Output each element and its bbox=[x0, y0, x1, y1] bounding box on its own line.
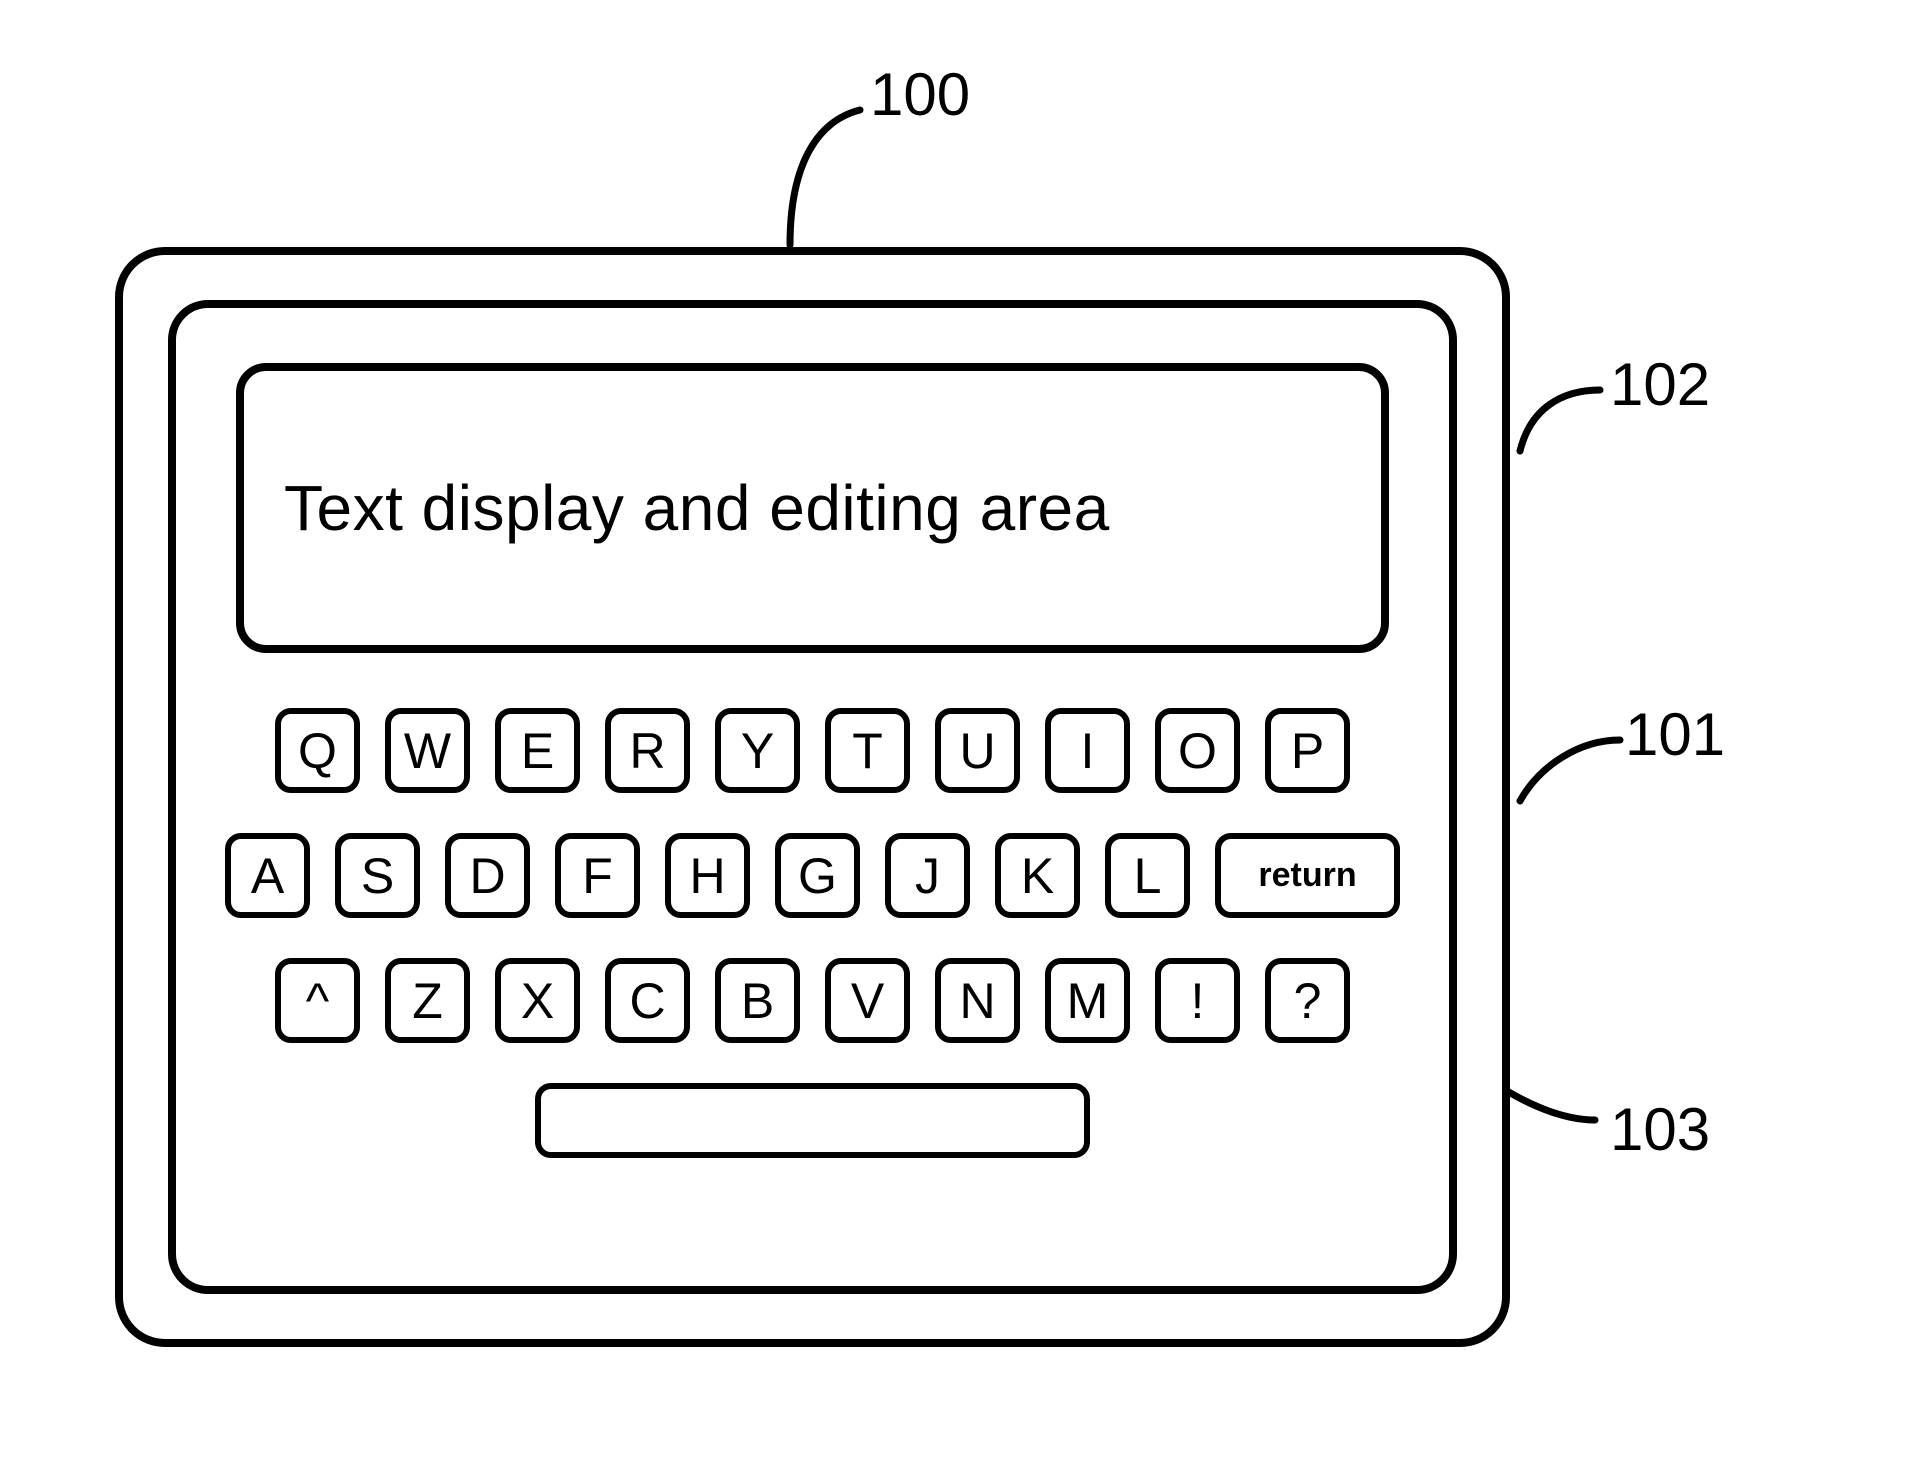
key-g[interactable]: G bbox=[775, 833, 860, 918]
key-p[interactable]: P bbox=[1265, 708, 1350, 793]
touch-screen: Text display and editing area Q W E R Y … bbox=[168, 300, 1457, 1294]
key-space[interactable] bbox=[535, 1083, 1090, 1158]
key-exclaim[interactable]: ! bbox=[1155, 958, 1240, 1043]
key-x[interactable]: X bbox=[495, 958, 580, 1043]
key-h[interactable]: H bbox=[665, 833, 750, 918]
key-q[interactable]: Q bbox=[275, 708, 360, 793]
key-s[interactable]: S bbox=[335, 833, 420, 918]
key-a[interactable]: A bbox=[225, 833, 310, 918]
ref-label-device: 100 bbox=[870, 60, 970, 129]
key-o[interactable]: O bbox=[1155, 708, 1240, 793]
key-c[interactable]: C bbox=[605, 958, 690, 1043]
ref-label-keyboard: 103 bbox=[1610, 1095, 1710, 1164]
diagram-stage: 100 102 101 103 Text display and editing… bbox=[0, 0, 1917, 1479]
key-shift[interactable]: ^ bbox=[275, 958, 360, 1043]
ref-label-text-area: 102 bbox=[1610, 350, 1710, 419]
key-w[interactable]: W bbox=[385, 708, 470, 793]
key-e[interactable]: E bbox=[495, 708, 580, 793]
key-t[interactable]: T bbox=[825, 708, 910, 793]
key-row-3: ^ Z X C B V N M ! ? bbox=[216, 958, 1409, 1043]
key-z[interactable]: Z bbox=[385, 958, 470, 1043]
key-row-1: Q W E R Y T U I O P bbox=[216, 708, 1409, 793]
text-editing-area[interactable]: Text display and editing area bbox=[236, 363, 1389, 653]
key-d[interactable]: D bbox=[445, 833, 530, 918]
key-f[interactable]: F bbox=[555, 833, 640, 918]
key-u[interactable]: U bbox=[935, 708, 1020, 793]
key-return[interactable]: return bbox=[1215, 833, 1400, 918]
key-m[interactable]: M bbox=[1045, 958, 1130, 1043]
device-frame: Text display and editing area Q W E R Y … bbox=[115, 247, 1510, 1347]
key-k[interactable]: K bbox=[995, 833, 1080, 918]
key-n[interactable]: N bbox=[935, 958, 1020, 1043]
key-l[interactable]: L bbox=[1105, 833, 1190, 918]
key-j[interactable]: J bbox=[885, 833, 970, 918]
key-v[interactable]: V bbox=[825, 958, 910, 1043]
space-row bbox=[216, 1083, 1409, 1158]
virtual-keyboard: Q W E R Y T U I O P A S D F H G bbox=[216, 708, 1409, 1158]
key-b[interactable]: B bbox=[715, 958, 800, 1043]
text-area-label: Text display and editing area bbox=[284, 471, 1110, 545]
key-i[interactable]: I bbox=[1045, 708, 1130, 793]
key-y[interactable]: Y bbox=[715, 708, 800, 793]
key-r[interactable]: R bbox=[605, 708, 690, 793]
key-question[interactable]: ? bbox=[1265, 958, 1350, 1043]
key-row-2: A S D F H G J K L return bbox=[216, 833, 1409, 918]
ref-label-screen: 101 bbox=[1625, 700, 1725, 769]
